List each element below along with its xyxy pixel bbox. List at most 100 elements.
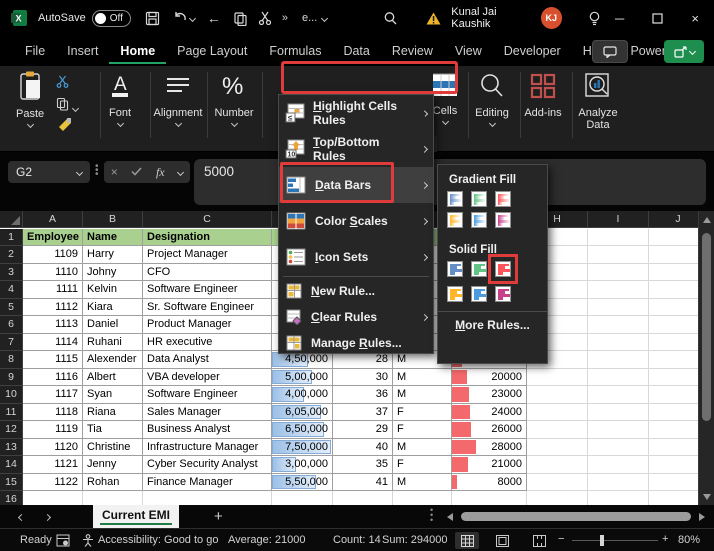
cell-F14[interactable]: F	[393, 456, 452, 474]
row-header-3[interactable]: 3	[0, 263, 23, 281]
next-sheet-icon[interactable]	[34, 511, 60, 523]
col-header-C[interactable]: C	[143, 211, 272, 228]
cell-C13[interactable]: Infrastructure Manager	[143, 438, 272, 456]
row-header-16[interactable]: 16	[0, 491, 23, 505]
cell-A1[interactable]: Employee ID	[23, 228, 83, 246]
cell-A6[interactable]: 1113	[23, 316, 83, 334]
cell-F9[interactable]: M	[393, 368, 452, 386]
solid-fill-swatch-1[interactable]	[471, 261, 487, 277]
cell-D10[interactable]: 4,00,000	[272, 386, 333, 404]
cell-C11[interactable]: Sales Manager	[143, 403, 272, 421]
horizontal-scrollbar[interactable]	[447, 511, 707, 523]
cell-A15[interactable]: 1122	[23, 473, 83, 491]
cell-J7[interactable]	[649, 333, 698, 351]
accessibility-icon[interactable]	[82, 534, 94, 550]
cell-I4[interactable]	[588, 281, 649, 299]
name-box[interactable]: G2	[8, 161, 90, 183]
share-button[interactable]	[664, 40, 704, 63]
cell-J14[interactable]	[649, 456, 698, 474]
cell-F11[interactable]: F	[393, 403, 452, 421]
cut-icon[interactable]	[258, 11, 272, 25]
menu-item-highlight-cells-rules[interactable]: ≤ Highlight Cells Rules	[279, 95, 433, 131]
cell-B7[interactable]: Ruhani	[83, 333, 143, 351]
macro-record-icon[interactable]	[56, 534, 70, 550]
solid-fill-swatch-5[interactable]	[495, 286, 511, 302]
menu-tab-developer[interactable]: Developer	[493, 38, 572, 64]
cell-E15[interactable]: 41	[333, 473, 393, 491]
cell-I14[interactable]	[588, 456, 649, 474]
menu-item-manage-rules[interactable]: Manage Rules...	[279, 330, 433, 356]
number-group-button[interactable]: % Number	[210, 72, 258, 128]
comments-button[interactable]	[592, 40, 628, 63]
row-header-2[interactable]: 2	[0, 246, 23, 264]
zoom-in-button[interactable]: +	[662, 533, 668, 545]
cell-A4[interactable]: 1111	[23, 281, 83, 299]
cell-C9[interactable]: VBA developer	[143, 368, 272, 386]
zoom-slider-track[interactable]	[572, 540, 658, 541]
sheet-tab-current-emi[interactable]: Current EMI	[93, 505, 179, 528]
cell-A16[interactable]	[23, 491, 83, 505]
row-header-15[interactable]: 15	[0, 473, 23, 491]
cell-I16[interactable]	[588, 491, 649, 505]
cell-E13[interactable]: 40	[333, 438, 393, 456]
cell-A2[interactable]: 1109	[23, 246, 83, 264]
cell-D11[interactable]: 6,05,000	[272, 403, 333, 421]
close-button[interactable]: ×	[676, 0, 714, 36]
cell-H16[interactable]	[527, 491, 588, 505]
cell-B3[interactable]: Johny	[83, 263, 143, 281]
save-icon[interactable]	[145, 11, 160, 26]
cell-H9[interactable]	[527, 368, 588, 386]
cell-I5[interactable]	[588, 298, 649, 316]
cell-G15[interactable]: 8000	[452, 473, 527, 491]
cell-J1[interactable]	[649, 228, 698, 246]
copy-icon[interactable]	[233, 11, 248, 26]
cell-I13[interactable]	[588, 438, 649, 456]
scroll-up-icon[interactable]	[703, 217, 711, 223]
gradient-fill-swatch-0[interactable]	[447, 191, 463, 207]
cell-I15[interactable]	[588, 473, 649, 491]
cell-F12[interactable]: F	[393, 421, 452, 439]
row-header-9[interactable]: 9	[0, 368, 23, 386]
cell-C2[interactable]: Project Manager	[143, 246, 272, 264]
cell-I3[interactable]	[588, 263, 649, 281]
cell-C14[interactable]: Cyber Security Analyst	[143, 456, 272, 474]
solid-fill-swatch-2[interactable]	[488, 254, 518, 284]
cell-B14[interactable]: Jenny	[83, 456, 143, 474]
more-rules-item[interactable]: More Rules...	[438, 311, 547, 337]
menu-item-top-bottom-rules[interactable]: 10 Top/Bottom Rules	[279, 131, 433, 167]
gradient-fill-swatch-4[interactable]	[471, 212, 487, 228]
cell-B1[interactable]: Name	[83, 228, 143, 246]
row-header-7[interactable]: 7	[0, 333, 23, 351]
scrollbar-divider[interactable]: • • •	[430, 506, 433, 525]
cell-E11[interactable]: 37	[333, 403, 393, 421]
cell-H15[interactable]	[527, 473, 588, 491]
cell-A3[interactable]: 1110	[23, 263, 83, 281]
col-header-A[interactable]: A	[23, 211, 83, 228]
avatar[interactable]: KJ	[540, 7, 562, 29]
cell-G13[interactable]: 28000	[452, 438, 527, 456]
menu-tab-view[interactable]: View	[444, 38, 493, 64]
scroll-down-icon[interactable]	[703, 494, 711, 500]
cell-A11[interactable]: 1118	[23, 403, 83, 421]
row-header-13[interactable]: 13	[0, 438, 23, 456]
col-header-J[interactable]: J	[649, 211, 698, 228]
cell-E10[interactable]: 36	[333, 386, 393, 404]
cell-H11[interactable]	[527, 403, 588, 421]
copy-small-icon[interactable]	[56, 97, 80, 116]
scroll-right-icon[interactable]	[699, 513, 705, 521]
cell-A5[interactable]: 1112	[23, 298, 83, 316]
font-group-button[interactable]: A Font	[103, 72, 137, 128]
cell-J12[interactable]	[649, 421, 698, 439]
cell-F13[interactable]: M	[393, 438, 452, 456]
col-header-B[interactable]: B	[83, 211, 143, 228]
cell-A9[interactable]: 1116	[23, 368, 83, 386]
cell-A10[interactable]: 1117	[23, 386, 83, 404]
cell-B6[interactable]: Daniel	[83, 316, 143, 334]
cell-I1[interactable]	[588, 228, 649, 246]
redo-arrow-icon[interactable]: ←	[207, 10, 221, 26]
cell-J5[interactable]	[649, 298, 698, 316]
cell-D9[interactable]: 5,00,000	[272, 368, 333, 386]
horizontal-scroll-thumb[interactable]	[461, 512, 691, 521]
paste-button[interactable]: Paste	[16, 71, 44, 129]
gradient-fill-swatch-3[interactable]	[447, 212, 463, 228]
